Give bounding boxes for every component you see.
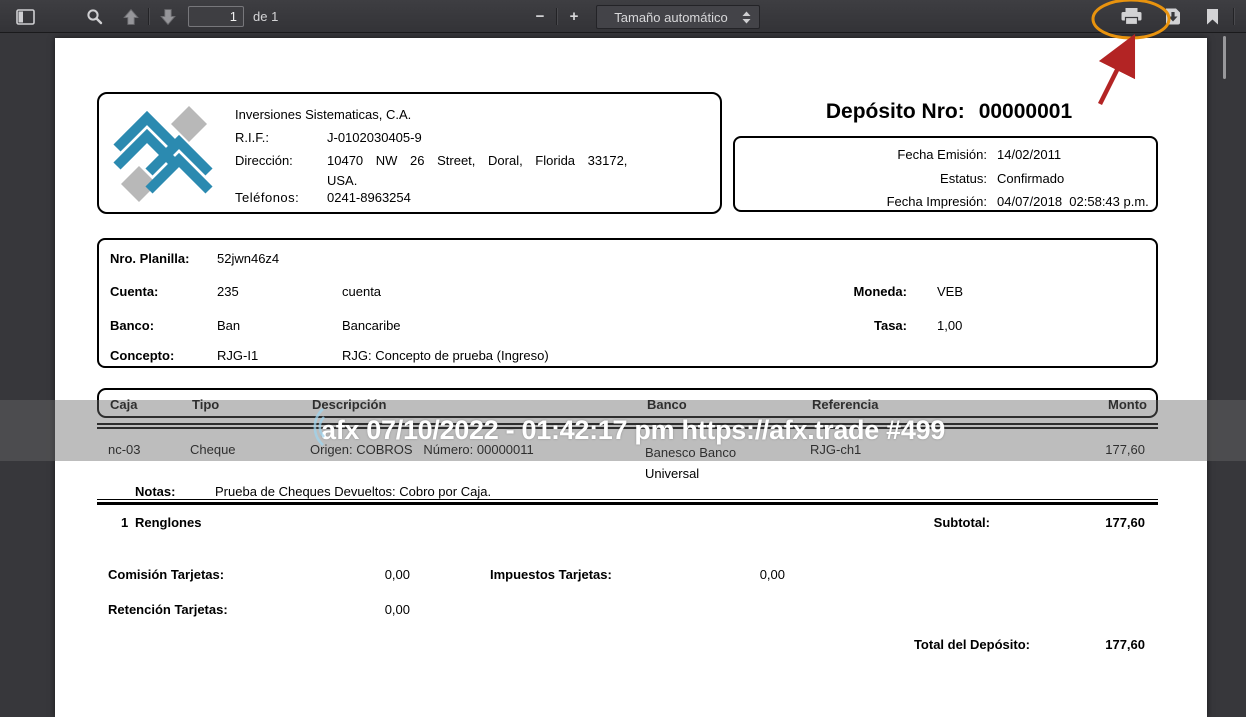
page-count-label: de 1: [253, 0, 278, 33]
concepto-nombre: RJG: Concepto de prueba (Ingreso): [342, 348, 549, 363]
header-monto: Monto: [1057, 397, 1147, 412]
bookmark-button[interactable]: [1202, 0, 1222, 33]
planilla-box: Nro. Planilla: 52jwn46z4 Cuenta: 235 cue…: [97, 238, 1158, 368]
next-page-button[interactable]: [155, 0, 181, 33]
renglones-count: 1: [121, 515, 128, 530]
find-button[interactable]: [82, 0, 106, 33]
fecha-emision-value: 14/02/2011: [997, 147, 1061, 162]
emission-info-box: Fecha Emisión: 14/02/2011 Estatus: Confi…: [733, 136, 1158, 212]
page-number-input[interactable]: [188, 6, 244, 27]
comision-value: 0,00: [305, 567, 410, 582]
zoom-in-icon: +: [570, 0, 579, 33]
concepto-label: Concepto:: [110, 348, 174, 363]
tasa-value: 1,00: [937, 318, 962, 333]
zoom-out-icon: −: [536, 0, 545, 33]
company-name: Inversiones Sistematicas, C.A.: [235, 107, 411, 122]
table-divider-line: [97, 427, 1158, 429]
zoom-in-button[interactable]: +: [562, 0, 586, 33]
arrow-up-icon: [123, 9, 139, 25]
bookmark-icon: [1206, 9, 1219, 25]
tasa-label: Tasa:: [799, 318, 907, 333]
telefonos-label: Teléfonos:: [235, 190, 299, 205]
arrow-down-icon: [160, 9, 176, 25]
company-logo: [113, 104, 213, 207]
cell-caja: nc-03: [108, 442, 141, 457]
estatus-row: Estatus: Confirmado: [735, 171, 1156, 186]
download-button[interactable]: [1160, 0, 1186, 33]
print-button[interactable]: [1117, 0, 1145, 33]
rif-value: J-0102030405-9: [327, 130, 422, 145]
banco-label: Banco:: [110, 318, 154, 333]
deposit-number: 00000001: [979, 100, 1072, 124]
download-icon: [1164, 8, 1182, 25]
comision-label: Comisión Tarjetas:: [108, 567, 224, 582]
scrollbar-thumb[interactable]: [1223, 36, 1226, 79]
select-updown-icon: [742, 11, 751, 27]
fecha-impresion-row: Fecha Impresión: 04/07/2018 02:58:43 p.m…: [735, 194, 1156, 209]
impuestos-label: Impuestos Tarjetas:: [490, 567, 612, 582]
cuenta-label: Cuenta:: [110, 284, 158, 299]
pdf-viewer-toolbar: de 1 − + Tamaño automático: [0, 0, 1246, 33]
notas-text: Prueba de Cheques Devueltos: Cobro por C…: [215, 484, 491, 499]
estatus-value: Confirmado: [997, 171, 1064, 186]
pdf-page: Inversiones Sistematicas, C.A. R.I.F.: J…: [55, 38, 1207, 717]
concepto-codigo: RJG-I1: [217, 348, 258, 363]
retencion-value: 0,00: [305, 602, 410, 617]
previous-page-button[interactable]: [118, 0, 144, 33]
nro-planilla-value: 52jwn46z4: [217, 251, 279, 266]
header-tipo: Tipo: [192, 397, 219, 412]
summary-divider-line: [97, 502, 1158, 505]
header-caja: Caja: [110, 397, 137, 412]
cell-descripcion: Origen: COBROS Número: 00000011: [310, 442, 534, 457]
cell-referencia: RJG-ch1: [810, 442, 861, 457]
total-label: Total del Depósito:: [830, 637, 1030, 652]
fecha-emision-label: Fecha Emisión:: [735, 147, 987, 162]
subtotal-label: Subtotal:: [890, 515, 990, 530]
deposit-title-label: Depósito Nro:: [826, 100, 965, 124]
company-info-box: Inversiones Sistematicas, C.A. R.I.F.: J…: [97, 92, 722, 214]
zoom-out-button[interactable]: −: [528, 0, 552, 33]
printer-icon: [1121, 8, 1142, 25]
direccion-label: Dirección:: [235, 153, 293, 168]
toolbar-separator: [1233, 8, 1234, 25]
summary-divider-line: [97, 499, 1158, 500]
subtotal-value: 177,60: [1055, 515, 1145, 530]
estatus-label: Estatus:: [735, 171, 987, 186]
header-banco: Banco: [647, 397, 687, 412]
table-divider-line: [97, 423, 1158, 425]
fecha-emision-row: Fecha Emisión: 14/02/2011: [735, 147, 1156, 162]
search-icon: [86, 8, 103, 25]
impuestos-value: 0,00: [680, 567, 785, 582]
banco-nombre: Bancaribe: [342, 318, 401, 333]
cell-monto: 177,60: [1055, 442, 1145, 457]
toolbar-separator: [148, 8, 149, 25]
direccion-line1: 10470 NW 26 Street, Doral, Florida 33172…: [327, 153, 712, 168]
fecha-impresion-value: 04/07/2018 02:58:43 p.m.: [997, 194, 1149, 209]
sidebar-toggle-button[interactable]: [12, 0, 38, 33]
zoom-level-value: Tamaño automático: [614, 10, 727, 25]
telefonos-value: 0241-8963254: [327, 190, 411, 205]
nro-planilla-label: Nro. Planilla:: [110, 251, 189, 266]
renglones-label: Renglones: [135, 515, 201, 530]
table-header-box: Caja Tipo Descripción Banco Referencia M…: [97, 388, 1158, 418]
header-descripcion: Descripción: [312, 397, 386, 412]
direccion-line2: USA.: [327, 173, 357, 188]
zoom-level-select[interactable]: Tamaño automático: [596, 5, 760, 29]
cuenta-codigo: 235: [217, 284, 239, 299]
sidebar-toggle-icon: [16, 9, 35, 25]
total-value: 177,60: [1055, 637, 1145, 652]
toolbar-separator: [556, 8, 557, 25]
notas-label: Notas:: [135, 484, 175, 499]
deposit-title: Depósito Nro: 00000001: [735, 100, 1163, 124]
header-referencia: Referencia: [812, 397, 878, 412]
rif-label: R.I.F.:: [235, 130, 269, 145]
cuenta-nombre: cuenta: [342, 284, 381, 299]
banco-codigo: Ban: [217, 318, 240, 333]
retencion-label: Retención Tarjetas:: [108, 602, 228, 617]
cell-tipo: Cheque: [190, 442, 236, 457]
fecha-impresion-label: Fecha Impresión:: [735, 194, 987, 209]
moneda-value: VEB: [937, 284, 963, 299]
cell-banco: Banesco Banco Universal: [645, 442, 767, 484]
moneda-label: Moneda:: [799, 284, 907, 299]
